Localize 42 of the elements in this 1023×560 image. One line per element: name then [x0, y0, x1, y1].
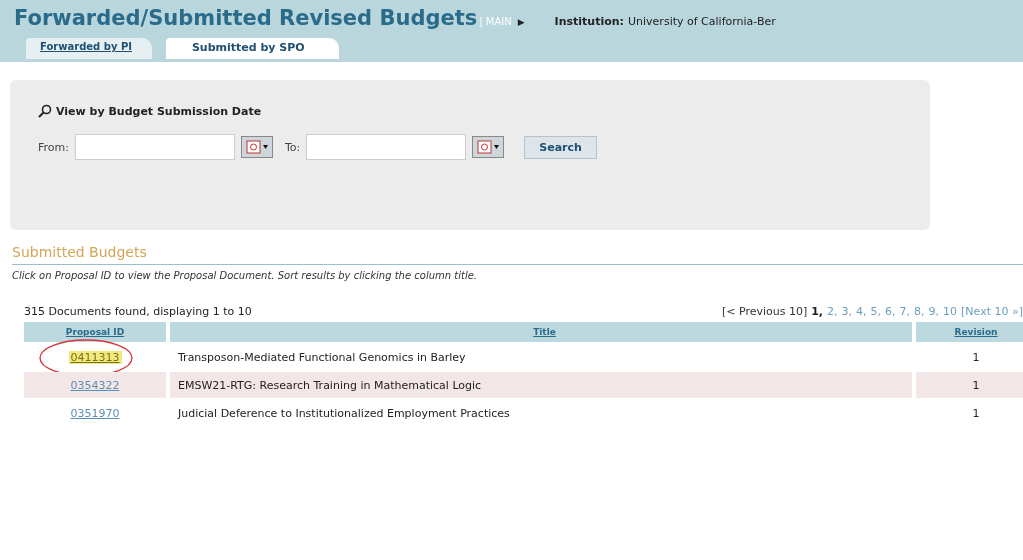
table-cell-text: 1	[971, 405, 981, 422]
table-cell-text: Judicial Deference to Institutionalized Employment Practices	[176, 405, 511, 422]
from-label: From:	[38, 140, 69, 154]
table-cell-text: Transposon-Mediated Functional Genomics in Barley	[177, 349, 467, 366]
page-title: Forwarded/Submitted Revised Budgets	[14, 6, 478, 30]
page-link[interactable]: 10	[943, 305, 958, 318]
table-cell: 1	[916, 372, 1023, 398]
page-link[interactable]: 5,	[870, 305, 882, 318]
column-header[interactable]: Title	[170, 322, 912, 342]
proposal-id-link[interactable]: 0354322	[70, 378, 120, 392]
section-title: Submitted Budgets	[12, 244, 1023, 265]
page-link[interactable]: 4,	[856, 305, 867, 318]
calendar-button[interactable]	[240, 136, 273, 158]
proposal-id-link[interactable]: 0411313	[68, 350, 122, 364]
page-link[interactable]: 7,	[899, 305, 911, 318]
page-link[interactable]: 2,	[827, 305, 838, 318]
page-link[interactable]: 1,	[811, 305, 824, 318]
to-label: To:	[284, 140, 301, 154]
column-header[interactable]: Proposal ID	[24, 322, 166, 342]
table-cell-text: 1	[971, 349, 981, 366]
from-date-field[interactable]	[74, 134, 235, 160]
table-cell: EMSW21-RTG: Research Training in Mathematical Logic	[170, 372, 912, 398]
institution-name: University of California-Ber	[628, 15, 776, 28]
panel-title: View by Budget Submission Date	[56, 104, 262, 118]
results-count: 315 Documents found, displaying 1 to 10	[24, 305, 252, 318]
institution-label: Institution:	[554, 15, 624, 28]
main-link[interactable]: | MAIN	[479, 16, 512, 27]
arrow-icon: ▶	[517, 17, 525, 27]
instructions-text: Click on Proposal ID to view the Proposal Document. Sort results by clicking the column title.	[12, 270, 478, 281]
page-link[interactable]: 3,	[841, 305, 853, 318]
calendar-button[interactable]	[472, 136, 505, 158]
column-header[interactable]: Revision	[916, 322, 1023, 342]
tab[interactable]: Forwarded by PI	[26, 38, 152, 59]
next-link[interactable]: [Next 10 »]	[961, 305, 1023, 318]
page-link[interactable]: 6,	[885, 305, 896, 318]
page-link[interactable]: 8,	[914, 305, 925, 318]
page-link[interactable]: 9,	[928, 305, 940, 318]
search-icon	[38, 104, 52, 118]
search-button[interactable]: Search	[524, 135, 597, 159]
tab[interactable]: Submitted by SPO	[165, 38, 339, 59]
to-date-field[interactable]	[306, 134, 467, 160]
proposal-id-link[interactable]: 0351970	[70, 406, 120, 420]
